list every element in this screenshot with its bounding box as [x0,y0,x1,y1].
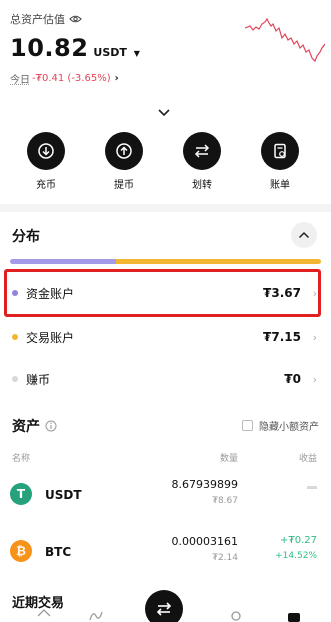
assets-title-text: 资产 [12,419,40,435]
transfer-icon [183,132,221,170]
assets-nav-icon[interactable] [286,608,302,622]
caret-down-icon: ▼ [133,49,140,58]
today-pnl[interactable]: 今日 -₮0.41 (-3.65%) › [10,71,119,86]
withdraw-label: 提币 [114,180,134,191]
quick-actions: 充币 提币 划转 账单 [0,132,331,192]
eye-icon[interactable] [69,14,82,24]
distribution-bar-funding [10,259,116,264]
withdraw-icon [105,132,143,170]
distribution-bar-trading [115,259,321,264]
balance-value: 10.82 [10,34,89,62]
asset-quantity: 8.67939899 [171,478,238,491]
account-name: 赚币 [26,372,51,387]
asset-fiat-value: ₮2.14 [212,553,238,563]
bill-label: 账单 [270,180,290,191]
assets-title: 资产 [12,416,57,436]
asset-symbol: USDT [45,488,82,502]
earn-row[interactable]: 赚币 ₮0 › [10,360,321,398]
deposit-button[interactable]: 充币 [16,132,76,191]
asset-pnl: +₮0.27 [279,535,317,546]
hide-small-label: 隐藏小额资产 [259,422,319,433]
btc-icon: ₿ [10,540,32,562]
transfer-label: 划转 [192,180,212,191]
section-divider [0,204,331,212]
asset-symbol: BTC [45,545,72,559]
markets-icon[interactable] [88,608,104,622]
currency-label: USDT [93,46,127,59]
total-assets-text: 总资产估值 [10,13,65,26]
highlight-box [4,269,321,317]
column-header-quantity: 数量 [219,454,238,464]
chevron-right-icon: › [312,372,317,386]
hide-small-assets-toggle[interactable]: 隐藏小额资产 [242,418,319,433]
bill-button[interactable]: 账单 [250,132,310,191]
asset-quantity: 0.00003161 [171,535,238,548]
legend-dot [12,376,18,382]
trading-account-row[interactable]: 交易账户 ₮7.15 › [10,318,321,356]
today-label: 今日 [10,75,30,86]
chevron-up-icon [298,231,310,239]
account-value: ₮0 [284,372,301,386]
collapse-distribution-button[interactable] [291,222,317,248]
distribution-title: 分布 [12,229,40,245]
legend-dot [12,334,18,340]
bill-icon [261,132,299,170]
column-header-name: 名称 [12,454,31,464]
sparkline-chart [245,17,325,63]
trade-button[interactable] [145,590,183,622]
usdt-icon: T [10,483,32,505]
asset-row-btc[interactable]: ₿ BTC 0.00003161 ₮2.14 +₮0.27 +14.52% [0,527,331,577]
explore-icon[interactable] [228,608,244,622]
today-change: -₮0.41 (-3.65%) [32,73,111,84]
checkbox[interactable] [242,420,253,431]
currency-selector[interactable]: USDT ▼ [93,46,140,59]
deposit-label: 充币 [36,180,56,191]
distribution-bar [10,259,321,264]
transfer-button[interactable]: 划转 [172,132,232,191]
asset-fiat-value: ₮8.67 [212,496,238,506]
balance: 10.82 USDT ▼ [10,34,140,62]
account-value: ₮7.15 [263,330,301,344]
withdraw-button[interactable]: 提币 [94,132,154,191]
chevron-down-icon[interactable] [157,107,171,117]
asset-row-usdt[interactable]: T USDT 8.67939899 ₮8.67 [0,470,331,520]
pnl-placeholder [307,486,317,489]
chevron-right-icon: › [114,73,119,84]
info-icon[interactable] [45,420,57,432]
home-icon[interactable] [36,608,52,622]
account-name: 交易账户 [26,330,75,345]
swap-icon [156,602,172,616]
total-assets-label: 总资产估值 [10,11,82,27]
deposit-icon [27,132,65,170]
asset-pnl-percent: +14.52% [275,551,317,561]
chevron-right-icon: › [312,330,317,344]
header: 总资产估值 10.82 USDT ▼ 今日 -₮0.41 (-3.65%) › [0,0,331,100]
column-header-pnl: 收益 [298,454,317,464]
